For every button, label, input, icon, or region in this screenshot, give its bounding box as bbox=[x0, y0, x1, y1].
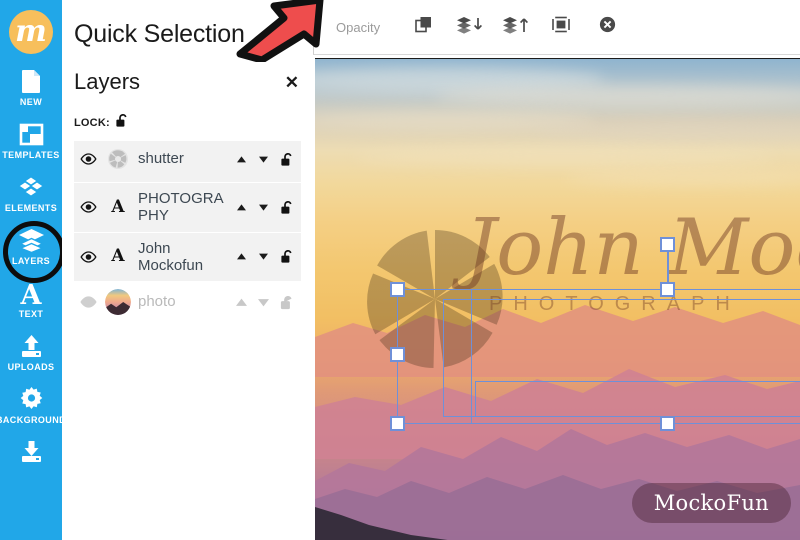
brand-logo[interactable]: m bbox=[9, 10, 53, 54]
sidebar-label-templates: TEMPLATES bbox=[2, 150, 60, 160]
brand-letter: m bbox=[15, 14, 47, 49]
photo-thumb bbox=[102, 289, 134, 315]
sidebar-item-templates[interactable]: TEMPLATES bbox=[0, 121, 62, 160]
templates-icon bbox=[19, 121, 44, 147]
delete-button[interactable] bbox=[590, 12, 624, 42]
left-sidebar: m NEW TEMPLATES ELEMENTS LAYERS A TEXT U… bbox=[0, 0, 62, 540]
layer-name: PHOTOGRAPHY bbox=[138, 190, 224, 225]
move-layer-up-icon[interactable] bbox=[236, 203, 247, 212]
close-icon[interactable]: ✕ bbox=[285, 74, 299, 91]
sidebar-label-layers: LAYERS bbox=[11, 256, 51, 266]
layer-list: shutter A PHOTOGRAPHY A John Mockofun ph… bbox=[62, 141, 313, 324]
move-layer-down-icon[interactable] bbox=[258, 155, 269, 164]
table-row[interactable]: A John Mockofun bbox=[74, 232, 301, 282]
sidebar-label-uploads: UPLOADS bbox=[7, 362, 55, 372]
shutter-thumb bbox=[102, 148, 134, 170]
frame-button[interactable] bbox=[544, 12, 578, 42]
rotate-handle[interactable] bbox=[660, 237, 675, 252]
lock-row: LOCK: bbox=[62, 95, 313, 141]
sidebar-item-elements[interactable]: ELEMENTS bbox=[0, 174, 62, 213]
photo-layer: John Moc PHOTOGRAPH MockoFun bbox=[315, 59, 800, 540]
layers-panel-header: Layers ✕ bbox=[62, 49, 313, 95]
sidebar-label-text: TEXT bbox=[18, 309, 44, 319]
upload-icon bbox=[19, 333, 44, 359]
sidebar-item-layers[interactable]: LAYERS bbox=[0, 221, 62, 283]
text-layer-thumb: A bbox=[111, 246, 125, 267]
unlock-icon[interactable] bbox=[280, 249, 295, 264]
delete-circle-icon bbox=[599, 16, 616, 38]
eye-icon[interactable] bbox=[80, 296, 102, 308]
text-icon: A bbox=[19, 280, 43, 306]
mockofun-editor: m NEW TEMPLATES ELEMENTS LAYERS A TEXT U… bbox=[0, 0, 800, 540]
layers-heading: Layers bbox=[74, 69, 141, 94]
sidebar-item-new[interactable]: NEW bbox=[0, 68, 62, 107]
svg-text:A: A bbox=[20, 280, 43, 306]
unlock-icon[interactable] bbox=[280, 152, 295, 167]
page-icon bbox=[20, 68, 43, 94]
layers-down-icon bbox=[456, 16, 483, 39]
handle-bottom-middle[interactable] bbox=[660, 416, 675, 431]
move-layer-down-icon[interactable] bbox=[258, 203, 269, 212]
lock-label: LOCK: bbox=[74, 117, 110, 129]
table-row[interactable]: shutter bbox=[74, 141, 301, 183]
move-layer-up-icon[interactable] bbox=[236, 298, 247, 307]
sidebar-item-uploads[interactable]: UPLOADS bbox=[0, 333, 62, 372]
text-layer-thumb: A bbox=[111, 196, 125, 217]
gear-icon bbox=[19, 386, 44, 412]
elements-icon bbox=[18, 174, 44, 200]
page-title: Quick Selection bbox=[74, 20, 245, 48]
layers-icon bbox=[18, 227, 45, 253]
layers-panel: Quick Selection Layers ✕ LOCK: shutter A… bbox=[62, 0, 313, 540]
unlock-icon[interactable] bbox=[280, 295, 295, 310]
canvas-toolbar: Opacity bbox=[313, 0, 800, 55]
frame-icon bbox=[552, 16, 571, 38]
design-canvas[interactable]: John Moc PHOTOGRAPH MockoFun bbox=[315, 58, 800, 540]
layers-up-icon bbox=[502, 16, 529, 39]
sidebar-label-background: BACKGROUND bbox=[0, 415, 62, 425]
eye-icon[interactable] bbox=[80, 153, 102, 165]
table-row[interactable]: photo bbox=[74, 282, 301, 324]
opacity-label[interactable]: Opacity bbox=[336, 20, 380, 35]
download-icon bbox=[19, 439, 44, 465]
layer-name: John Mockofun bbox=[138, 239, 204, 274]
mockofun-badge[interactable]: MockoFun bbox=[631, 483, 791, 523]
handle-middle-left[interactable] bbox=[390, 347, 405, 362]
table-row[interactable]: A PHOTOGRAPHY bbox=[74, 183, 301, 233]
sidebar-label-elements: ELEMENTS bbox=[4, 203, 58, 213]
bring-forward-button[interactable] bbox=[498, 12, 532, 42]
eye-icon[interactable] bbox=[80, 251, 102, 263]
move-layer-down-icon[interactable] bbox=[258, 298, 269, 307]
cloud bbox=[355, 149, 775, 165]
move-layer-up-icon[interactable] bbox=[236, 155, 247, 164]
unlock-icon[interactable] bbox=[280, 200, 295, 215]
handle-top-middle[interactable] bbox=[660, 282, 675, 297]
handle-top-left[interactable] bbox=[390, 282, 405, 297]
duplicate-button[interactable] bbox=[406, 12, 440, 42]
sidebar-item-background[interactable]: BACKGROUND bbox=[0, 386, 62, 425]
handle-bottom-left[interactable] bbox=[390, 416, 405, 431]
eye-icon[interactable] bbox=[80, 201, 102, 213]
sidebar-item-download[interactable] bbox=[0, 439, 62, 468]
layer-name: shutter bbox=[138, 150, 184, 168]
sidebar-label-new: NEW bbox=[19, 97, 43, 107]
move-layer-down-icon[interactable] bbox=[258, 252, 269, 261]
duplicate-icon bbox=[414, 16, 432, 38]
send-backward-button[interactable] bbox=[452, 12, 486, 42]
move-layer-up-icon[interactable] bbox=[236, 252, 247, 261]
sidebar-item-text[interactable]: A TEXT bbox=[0, 280, 62, 319]
layer-name: photo bbox=[138, 293, 176, 311]
unlock-icon[interactable] bbox=[115, 113, 130, 133]
